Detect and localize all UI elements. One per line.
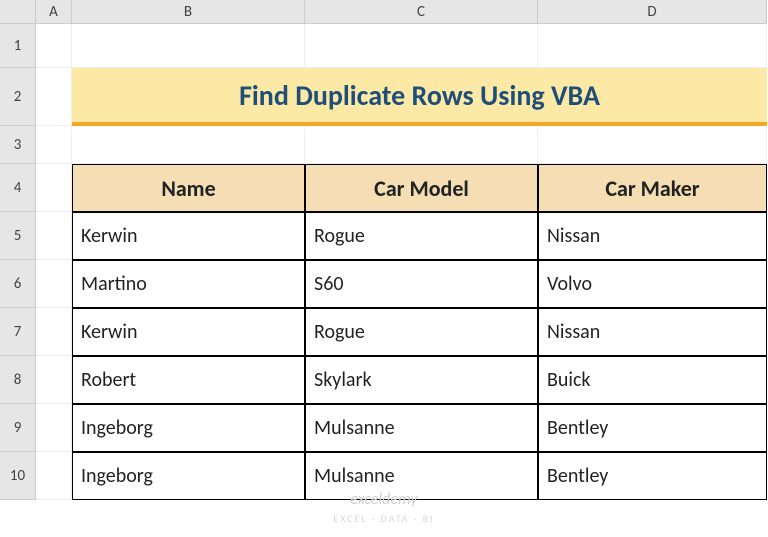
cell-maker-5[interactable]: Bentley (538, 452, 767, 500)
cell-model-5[interactable]: Mulsanne (305, 452, 538, 500)
title-cell[interactable]: Find Duplicate Rows Using VBA (72, 68, 767, 126)
row-header-1[interactable]: 1 (0, 24, 36, 68)
col-header-b[interactable]: B (72, 0, 305, 24)
row-header-2[interactable]: 2 (0, 68, 36, 126)
th-car-maker[interactable]: Car Maker (538, 164, 767, 212)
row-header-3[interactable]: 3 (0, 126, 36, 164)
col-header-c[interactable]: C (305, 0, 538, 24)
cell-name-2[interactable]: Kerwin (72, 308, 305, 356)
cell-maker-2[interactable]: Nissan (538, 308, 767, 356)
cell-name-1[interactable]: Martino (72, 260, 305, 308)
th-name[interactable]: Name (72, 164, 305, 212)
cell-model-1[interactable]: S60 (305, 260, 538, 308)
row-header-7[interactable]: 7 (0, 308, 36, 356)
cell-c1[interactable] (305, 24, 538, 68)
row-header-8[interactable]: 8 (0, 356, 36, 404)
row-header-10[interactable]: 10 (0, 452, 36, 500)
cell-a7[interactable] (36, 308, 72, 356)
cell-a3[interactable] (36, 126, 72, 164)
row-header-6[interactable]: 6 (0, 260, 36, 308)
cell-b1[interactable] (72, 24, 305, 68)
cell-c3[interactable] (305, 126, 538, 164)
cell-a8[interactable] (36, 356, 72, 404)
cell-name-3[interactable]: Robert (72, 356, 305, 404)
row-header-5[interactable]: 5 (0, 212, 36, 260)
spreadsheet-grid: A B C D 1 2 Find Duplicate Rows Using VB… (0, 0, 768, 537)
cell-model-4[interactable]: Mulsanne (305, 404, 538, 452)
cell-maker-0[interactable]: Nissan (538, 212, 767, 260)
cell-a2[interactable] (36, 68, 72, 126)
cell-a4[interactable] (36, 164, 72, 212)
cell-b3[interactable] (72, 126, 305, 164)
row-header-4[interactable]: 4 (0, 164, 36, 212)
row-header-9[interactable]: 9 (0, 404, 36, 452)
col-header-a[interactable]: A (36, 0, 72, 24)
cell-model-3[interactable]: Skylark (305, 356, 538, 404)
cell-name-4[interactable]: Ingeborg (72, 404, 305, 452)
cell-a6[interactable] (36, 260, 72, 308)
cell-a9[interactable] (36, 404, 72, 452)
cell-d1[interactable] (538, 24, 767, 68)
col-header-d[interactable]: D (538, 0, 767, 24)
cell-maker-4[interactable]: Bentley (538, 404, 767, 452)
cell-model-2[interactable]: Rogue (305, 308, 538, 356)
cell-a10[interactable] (36, 452, 72, 500)
cell-model-0[interactable]: Rogue (305, 212, 538, 260)
th-car-model[interactable]: Car Model (305, 164, 538, 212)
cell-name-0[interactable]: Kerwin (72, 212, 305, 260)
select-all-corner[interactable] (0, 0, 36, 24)
cell-maker-3[interactable]: Buick (538, 356, 767, 404)
cell-a1[interactable] (36, 24, 72, 68)
cell-d3[interactable] (538, 126, 767, 164)
cell-maker-1[interactable]: Volvo (538, 260, 767, 308)
cell-a5[interactable] (36, 212, 72, 260)
cell-name-5[interactable]: Ingeborg (72, 452, 305, 500)
